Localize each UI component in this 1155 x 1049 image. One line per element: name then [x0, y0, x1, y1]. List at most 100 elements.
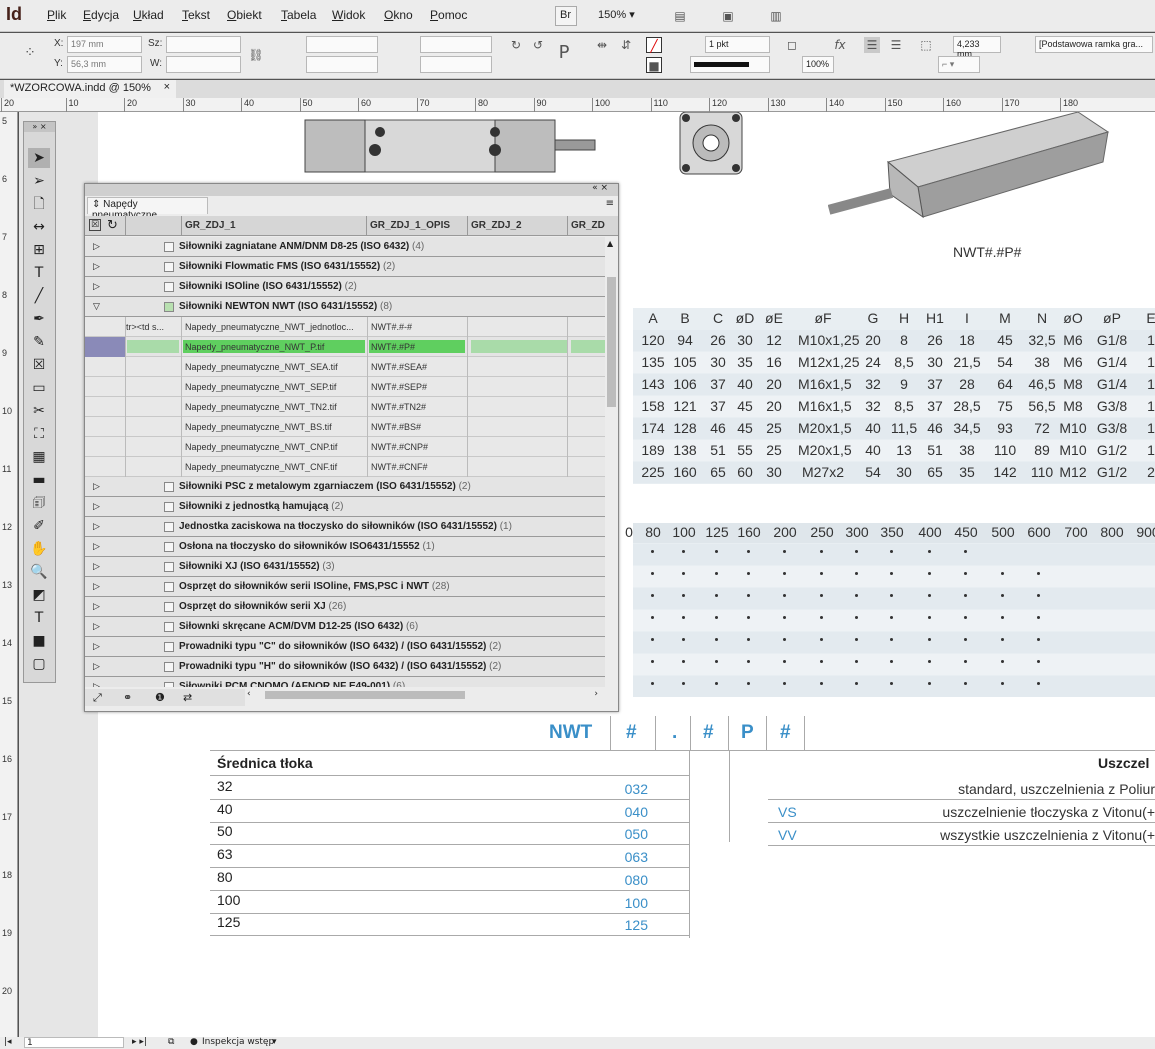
panel-group-row[interactable]: ▷ Siłowniki PSC z metalowym zgarniaczem (…	[85, 477, 605, 497]
panel-group-row[interactable]: ▽ Siłowniki NEWTON NWT (ISO 6431/15552) (…	[85, 297, 605, 317]
panel-collapse-icon[interactable]: « ×	[592, 183, 608, 193]
link-icon[interactable]: ⤢	[93, 691, 102, 705]
rotation-field[interactable]	[420, 36, 492, 53]
panel-data-list[interactable]: ▷ Siłowniki zagniatane ANM/DNM D8-25 (ISO…	[85, 237, 605, 687]
panel-record-row[interactable]: Napedy_pneumatyczne_NWT_TN2.tif NWT#.#TN2…	[85, 397, 605, 417]
group-checkbox[interactable]	[164, 242, 174, 252]
first-page-icon[interactable]: |◂	[4, 1037, 12, 1047]
cylinder-product-image[interactable]	[828, 112, 1113, 227]
update-icon[interactable]: ⇄	[183, 691, 192, 704]
panel-group-row[interactable]: ▷ Siłowniki PCM CNOMO (AFNOR NF E49-001) …	[85, 677, 605, 687]
scale-x-field[interactable]	[306, 36, 378, 53]
align-top-icon[interactable]: ☰	[864, 37, 880, 53]
expand-triangle-icon[interactable]: ▽	[93, 301, 100, 312]
corner-shape-select[interactable]: ⌐ ▾	[938, 56, 980, 73]
panel-record-row[interactable]: tr><td s... Napedy_pneumatyczne_NWT_jedno…	[85, 317, 605, 337]
cylinder-drawing[interactable]	[240, 112, 770, 192]
select-all-icon[interactable]: ☒	[89, 219, 101, 231]
expand-triangle-icon[interactable]: ▷	[93, 561, 100, 572]
expand-triangle-icon[interactable]: ▷	[93, 281, 100, 292]
fill-swatch-icon[interactable]: ╱	[646, 37, 662, 53]
gradient-feather-tool-icon[interactable]: ▬	[28, 470, 50, 490]
expand-triangle-icon[interactable]: ▷	[93, 481, 100, 492]
constrain-proportions-icon[interactable]: ⛓	[248, 47, 264, 63]
group-checkbox[interactable]	[164, 502, 174, 512]
height-field[interactable]	[166, 36, 241, 53]
group-checkbox[interactable]	[164, 482, 174, 492]
stroke-weight-field[interactable]: 1 pkt	[705, 36, 770, 53]
screen-mode-icon[interactable]: ▣	[720, 8, 736, 24]
select-container-icon[interactable]: ⇵	[618, 37, 634, 53]
align-center-icon[interactable]: ☰	[888, 37, 904, 53]
apply-color-icon[interactable]: T	[28, 608, 50, 628]
panel-record-row[interactable]: Napedy_pneumatyczne_NWT_P.tif NWT#.#P#	[85, 337, 605, 357]
panel-column-gr-zdj-1-opis[interactable]: GR_ZDJ_1_OPIS	[370, 220, 450, 231]
gradient-swatch-tool-icon[interactable]: ▦	[28, 447, 50, 467]
type-tool-icon[interactable]: T	[28, 263, 50, 283]
panel-group-row[interactable]: ▷ Jednostka zaciskowa na tłoczysko do sił…	[85, 517, 605, 537]
menu-tekst[interactable]: Tekst	[182, 8, 210, 22]
group-checkbox[interactable]	[164, 582, 174, 592]
rectangle-tool-icon[interactable]: ▭	[28, 378, 50, 398]
frame-fitting-icon[interactable]: ⬚	[918, 37, 934, 53]
panel-group-row[interactable]: ▷ Siłowniki ISOline (ISO 6431/15552) (2)	[85, 277, 605, 297]
stroke-table[interactable]: 0 80 100 125 160 200 250 300 350 400 450 500 600 700 8…	[625, 523, 1155, 697]
hand-tool-icon[interactable]: ✋	[28, 539, 50, 559]
find-icon[interactable]: ⚭	[123, 691, 132, 704]
group-checkbox[interactable]	[164, 302, 174, 312]
object-style-select[interactable]: [Podstawowa ramka gra...	[1035, 36, 1153, 53]
menu-edycja[interactable]: Edycja	[83, 8, 119, 22]
panel-record-row[interactable]: Napedy_pneumatyczne_NWT_SEP.tif NWT#.#SEP…	[85, 377, 605, 397]
zoom-tool-icon[interactable]: 🔍	[28, 562, 50, 582]
panel-group-row[interactable]: ▷ Siłownki skręcane ACM/DVM D12-25 (ISO 6…	[85, 617, 605, 637]
gap-tool-icon[interactable]: ↔	[28, 217, 50, 237]
expand-triangle-icon[interactable]: ▷	[93, 601, 100, 612]
panel-group-row[interactable]: ▷ Osprzęt do siłowników serii ISOline, FM…	[85, 577, 605, 597]
group-checkbox[interactable]	[164, 282, 174, 292]
close-tab-icon[interactable]: ×	[164, 81, 170, 93]
pencil-tool-icon[interactable]: ✎	[28, 332, 50, 352]
formatting-icon[interactable]: ■	[28, 631, 50, 651]
panel-group-row[interactable]: ▷ Osprzęt do siłowników serii XJ (26)	[85, 597, 605, 617]
group-checkbox[interactable]	[164, 662, 174, 672]
panel-group-row[interactable]: ▷ Siłowniki Flowmatic FMS (ISO 6431/15552…	[85, 257, 605, 277]
menu-pomoc[interactable]: Pomoc	[430, 8, 467, 22]
eyedropper-tool-icon[interactable]: ✐	[28, 516, 50, 536]
bridge-button[interactable]: Br	[555, 6, 577, 26]
group-checkbox[interactable]	[164, 562, 174, 572]
menu-tabela[interactable]: Tabela	[281, 8, 316, 22]
pen-tool-icon[interactable]: ✒	[28, 309, 50, 329]
menu-układ[interactable]: Układ	[133, 8, 164, 22]
panel-group-row[interactable]: ▷ Osłona na tłoczysko do siłowników ISO64…	[85, 537, 605, 557]
expand-triangle-icon[interactable]: ▷	[93, 521, 100, 532]
line-tool-icon[interactable]: ╱	[28, 286, 50, 306]
group-checkbox[interactable]	[164, 682, 174, 687]
menu-plik[interactable]: Plik	[47, 8, 66, 22]
expand-triangle-icon[interactable]: ▷	[93, 681, 100, 687]
group-checkbox[interactable]	[164, 602, 174, 612]
group-checkbox[interactable]	[164, 522, 174, 532]
panel-vertical-scrollbar[interactable]: ▲	[605, 237, 618, 687]
reference-point-icon[interactable]: ⁘	[22, 45, 38, 61]
group-checkbox[interactable]	[164, 642, 174, 652]
fill-stroke-icon[interactable]: ◩	[28, 585, 50, 605]
arrange-documents-icon[interactable]: ▥	[768, 8, 784, 24]
rectangle-frame-tool-icon[interactable]: ☒	[28, 355, 50, 375]
group-checkbox[interactable]	[164, 622, 174, 632]
free-transform-tool-icon[interactable]: ⛶	[28, 424, 50, 444]
panel-group-row[interactable]: ▷ Prowadniki typu "H" do siłowników (ISO …	[85, 657, 605, 677]
menu-okno[interactable]: Okno	[384, 8, 413, 22]
panel-horizontal-scrollbar[interactable]: ‹ ›	[245, 689, 618, 701]
group-checkbox[interactable]	[164, 542, 174, 552]
expand-triangle-icon[interactable]: ▷	[93, 241, 100, 252]
fx-icon[interactable]: fx	[832, 37, 848, 53]
scale-y-field[interactable]	[306, 56, 378, 73]
stroke-swatch-icon[interactable]: ■	[646, 57, 662, 73]
panel-record-row[interactable]: Napedy_pneumatyczne_NWT_BS.tif NWT#.#BS#	[85, 417, 605, 437]
menu-widok[interactable]: Widok	[332, 8, 365, 22]
page-number-field[interactable]: 1	[24, 1037, 124, 1048]
shear-field[interactable]	[420, 56, 492, 73]
stroke-type-select[interactable]	[690, 56, 770, 73]
preflight-menu-icon[interactable]: ▾	[272, 1037, 277, 1047]
next-page-icon[interactable]: ▸ ▸|	[132, 1037, 147, 1047]
